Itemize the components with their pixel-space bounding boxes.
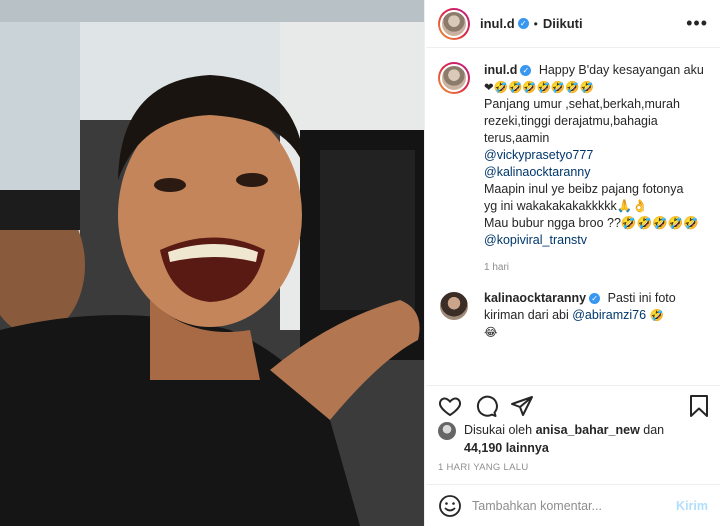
caption-line: rezeki,tinggi derajatmu,bahagia [484,114,658,128]
caption: inul.d ✓ Happy B'day kesayangan aku ❤🤣🤣🤣🤣… [438,62,708,276]
share-icon[interactable] [510,394,534,418]
caption-mention[interactable]: @kopiviral_transtv [484,232,708,249]
caption-avatar[interactable] [438,62,470,94]
caption-username[interactable]: inul.d [484,63,517,77]
action-bar [426,385,720,421]
post-side-panel: inul.d ✓ • Diikuti ••• inul.d ✓ Happy B'd… [426,0,720,526]
author-username[interactable]: inul.d [480,16,515,31]
caption-line: Maapin inul ye beibz pajang fotonya [484,182,684,196]
emoji-icon[interactable] [438,494,462,518]
commenter-avatar[interactable] [438,290,470,322]
caption-timestamp[interactable]: 1 hari [484,259,708,276]
comment-mention[interactable]: @abiramzi76 [572,308,646,322]
caption-line: Mau bubur ngga broo ??🤣🤣🤣🤣🤣 [484,216,699,230]
verified-icon: ✓ [520,65,532,77]
follow-status-button[interactable]: Diikuti [543,16,583,31]
commenter-username[interactable]: kalinaocktaranny [484,291,586,305]
comment-text: Pasti ini foto [607,291,676,305]
likes-prefix: Disukai oleh [464,423,536,437]
caption-line: ❤🤣🤣🤣🤣🤣🤣🤣 [484,80,594,94]
likes-summary: Disukai oleh anisa_bahar_new dan 44,190 … [438,421,708,457]
likes-middle: dan [639,423,665,437]
comment-emoji: 🤣 [646,308,665,322]
caption-line: Happy B'day kesayangan aku [538,63,704,77]
caption-line: Panjang umur ,sehat,berkah,murah [484,97,680,111]
bookmark-icon[interactable] [688,394,710,418]
caption-line: terus,aamin [484,131,550,145]
caption-mention[interactable]: @kalinaocktaranny [484,164,708,181]
comment-input[interactable] [472,498,671,513]
comment-icon[interactable] [474,394,498,418]
caption-mention[interactable]: @vickyprasetyo777 [484,147,708,164]
liker-username[interactable]: anisa_bahar_new [536,423,640,437]
comments-section: inul.d ✓ Happy B'day kesayangan aku ❤🤣🤣🤣🤣… [426,48,720,385]
post-photo-image [0,0,424,526]
post-comment-button[interactable]: Kirim [676,499,708,513]
comment-emoji: 😂 [484,325,498,339]
verified-icon: ✓ [517,18,529,29]
post-photo[interactable] [0,0,425,526]
comment-text: kiriman dari abi [484,308,573,322]
author-avatar[interactable] [438,7,470,40]
likes-count[interactable]: 44,190 lainnya [464,441,549,455]
liker-avatar[interactable] [438,422,456,440]
comment-item: kalinaocktaranny ✓ Pasti ini foto kiriman… [438,290,708,341]
header-separator: • [533,16,538,31]
more-options-icon[interactable]: ••• [686,13,708,34]
caption-line: yg ini wakakakakakkkkk🙏👌 [484,199,648,213]
heart-icon[interactable] [438,394,462,418]
post-time-ago[interactable]: 1 HARI YANG LALU [438,462,529,473]
verified-icon: ✓ [589,293,601,305]
post-header: inul.d ✓ • Diikuti ••• [426,0,720,48]
comment-input-bar: Kirim [426,484,720,526]
